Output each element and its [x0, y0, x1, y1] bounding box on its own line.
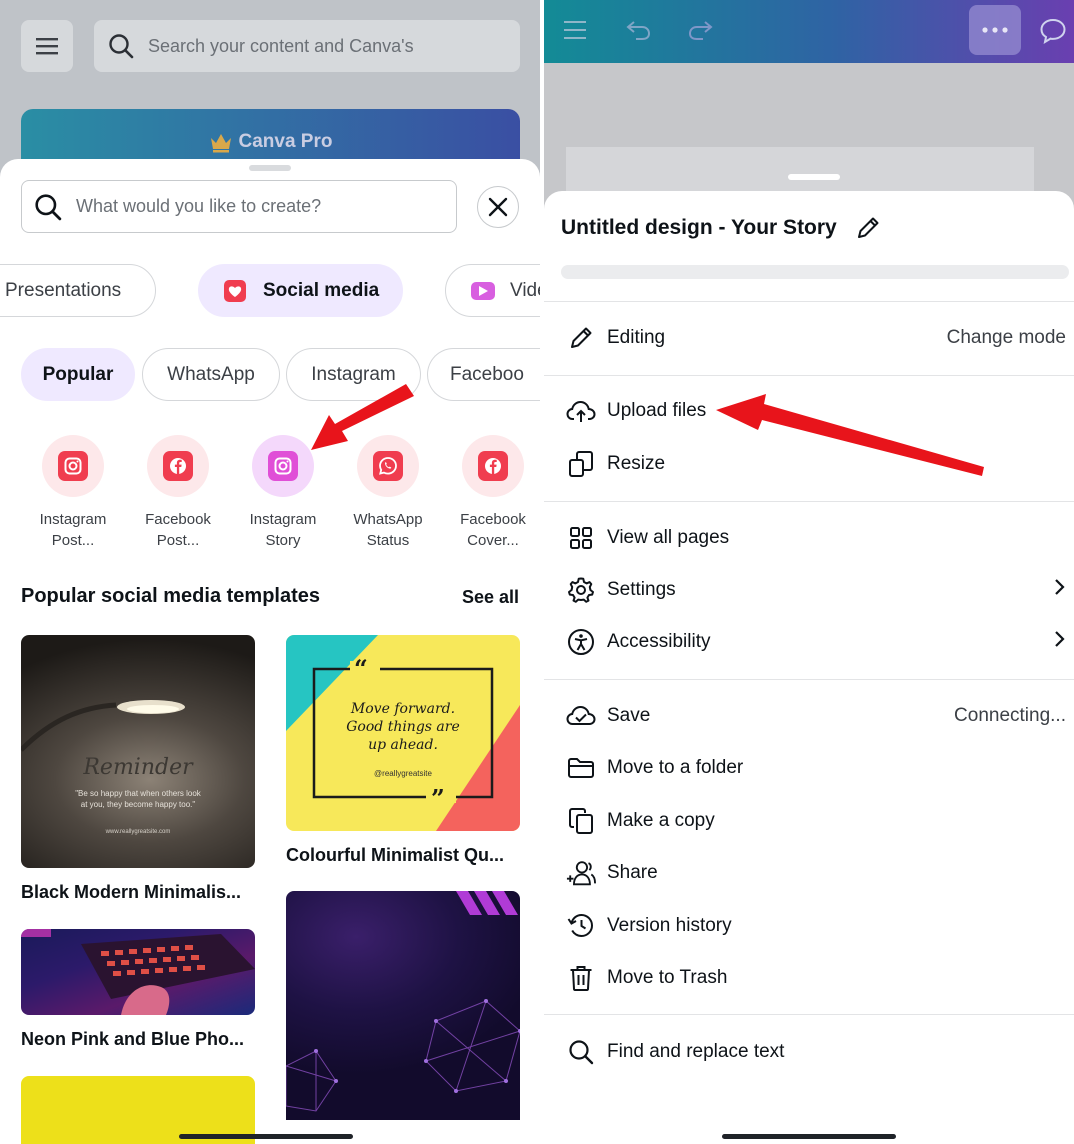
template-caption[interactable]: Black Modern Minimalis... — [21, 882, 241, 903]
copy-icon — [569, 808, 593, 834]
design-menu-panel: Untitled design - Your Story Editing Cha… — [544, 0, 1074, 1144]
menu-item-label: Find and replace text — [607, 1041, 785, 1062]
home-indicator — [179, 1134, 353, 1139]
menu-item-label: Share — [607, 862, 658, 883]
chevron-right-icon — [1055, 631, 1065, 647]
menu-item-label: Make a copy — [607, 810, 715, 831]
save-status: Connecting... — [954, 705, 1066, 726]
svg-text:“: “ — [354, 654, 368, 683]
menu-item-label: Save — [607, 705, 651, 726]
menu-item-label: Move to Trash — [607, 967, 728, 988]
template-script-text: Reminder — [83, 755, 193, 780]
menu-item-label: Version history — [607, 915, 732, 936]
template-site-text: www.reallygreatsite.com — [105, 829, 171, 835]
annotation-arrow-icon — [311, 384, 414, 450]
template-thumbnail-purple-geometric[interactable] — [286, 891, 520, 1120]
folder-icon — [568, 758, 594, 778]
keyboard-illustration — [21, 929, 255, 1015]
history-icon — [567, 913, 594, 938]
menu-item-make-copy[interactable]: Make a copy — [566, 801, 1066, 841]
template-caption[interactable]: Neon Pink and Blue Pho... — [21, 1029, 244, 1050]
create-design-panel: Search your content and Canva's Canva Pr… — [0, 0, 540, 1144]
cloud-check-icon — [566, 705, 596, 725]
template-caption[interactable]: Colourful Minimalist Qu... — [286, 845, 504, 866]
share-people-icon — [566, 861, 596, 886]
template-thumbnail-colourful-quote[interactable]: “ ” Move forward. Good things are up ahe… — [286, 635, 520, 831]
divider — [544, 1014, 1074, 1015]
menu-item-save[interactable]: Save Connecting... — [566, 696, 1066, 736]
divider — [544, 679, 1074, 680]
menu-item-move-to-trash[interactable]: Move to Trash — [566, 958, 1066, 998]
menu-item-version-history[interactable]: Version history — [566, 906, 1066, 946]
menu-item-find-replace[interactable]: Find and replace text — [566, 1032, 1066, 1072]
template-handle-text: @reallygreatsite — [374, 769, 432, 778]
menu-item-label: Move to a folder — [607, 757, 744, 778]
template-quote-text: Move forward. Good things are up ahead. — [346, 701, 460, 753]
template-thumbnail-neon-pink[interactable] — [21, 929, 255, 1015]
menu-item-label: Accessibility — [607, 631, 711, 652]
search-icon — [569, 1040, 594, 1065]
menu-item-move-to-folder[interactable]: Move to a folder — [566, 748, 1066, 788]
svg-text:”: ” — [431, 784, 445, 813]
accessibility-icon — [568, 629, 594, 655]
geometric-illustration — [286, 891, 520, 1112]
annotation-arrow-icon — [716, 394, 984, 476]
menu-item-accessibility[interactable]: Accessibility — [566, 622, 1066, 662]
template-thumbnail-black-modern[interactable]: Reminder "Be so happy that when others l… — [21, 635, 255, 868]
home-indicator — [722, 1134, 896, 1139]
template-body-text: "Be so happy that when others look at yo… — [75, 789, 201, 809]
trash-icon — [570, 966, 592, 991]
menu-item-share[interactable]: Share — [566, 853, 1066, 893]
